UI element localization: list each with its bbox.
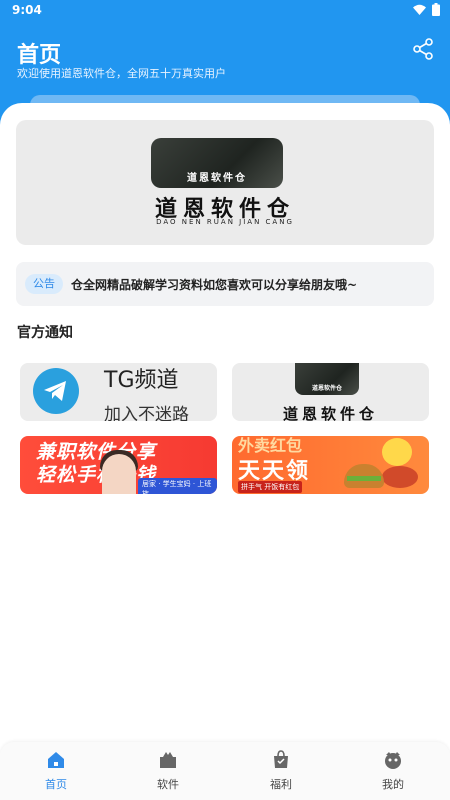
status-time: 9:04 — [12, 3, 42, 17]
person-illustration — [102, 454, 136, 494]
banner-pinyin: DAO NEN RUAN JIAN CANG — [156, 218, 294, 226]
notice-text: 仓全网精品破解学习资料如您喜欢可以分享给朋友哦~ — [71, 278, 358, 292]
logo-card[interactable]: 道恩软件仓 道恩软件仓 — [232, 363, 429, 421]
share-icon[interactable] — [412, 38, 434, 60]
banner[interactable]: 道恩软件仓 道恩软件仓 DAO NEN RUAN JIAN CANG — [16, 120, 434, 245]
logo-card-photo: 道恩软件仓 — [295, 363, 359, 395]
page-subtitle: 欢迎使用道恩软件仓，全网五十万真实用户 — [17, 67, 226, 80]
home-icon — [48, 752, 64, 768]
nav-label-software: 软件 — [157, 778, 179, 791]
tg-card-title: TG频道 — [104, 368, 179, 393]
nav-label-home: 首页 — [45, 778, 67, 791]
nav-label-benefits: 福利 — [270, 778, 292, 791]
status-bar: 9:04 — [0, 0, 450, 22]
notice-badge: 公告 — [25, 274, 63, 294]
tg-channel-card[interactable]: TG频道 加入不迷路 — [20, 363, 217, 421]
box-icon — [160, 752, 176, 768]
profile-icon — [385, 752, 401, 769]
burger-lettuce-illustration — [347, 476, 381, 481]
status-icons — [413, 3, 440, 16]
food-card-tag: 拼手气 开饭有红包 — [238, 481, 303, 493]
logo-card-text: 道恩软件仓 — [282, 405, 378, 421]
banner-photo: 道恩软件仓 — [151, 138, 283, 188]
nav-item-benefits[interactable]: 福利 — [241, 750, 321, 792]
job-share-card[interactable]: 兼职软件分享 轻松手机赚钱 居家 · 学生宝妈 · 上班族 — [20, 436, 217, 494]
tg-card-subtitle: 加入不迷路 — [104, 405, 189, 421]
bag-icon — [274, 750, 288, 768]
battery-icon — [432, 3, 440, 16]
nav-item-profile[interactable]: 我的 — [353, 750, 433, 792]
wifi-icon — [413, 4, 426, 15]
logo-card-caption: 道恩软件仓 — [311, 385, 342, 392]
nav-item-home[interactable]: 首页 — [16, 750, 96, 792]
section-title: 官方通知 — [17, 325, 73, 341]
nav-label-profile: 我的 — [382, 778, 404, 791]
food-coupon-card[interactable]: 外卖红包 天天领 拼手气 开饭有红包 — [232, 436, 429, 494]
mascot-illustration — [382, 438, 412, 466]
telegram-icon — [33, 368, 79, 414]
job-card-tags: 居家 · 学生宝妈 · 上班族 — [138, 478, 217, 494]
nav-item-software[interactable]: 软件 — [128, 750, 208, 792]
food-plate-illustration — [382, 466, 418, 488]
banner-photo-caption: 道恩软件仓 — [187, 173, 247, 184]
bottom-nav: 首页 软件 福利 我的 — [0, 742, 450, 800]
notice-bar[interactable]: 公告 仓全网精品破解学习资料如您喜欢可以分享给朋友哦~ — [16, 262, 434, 306]
